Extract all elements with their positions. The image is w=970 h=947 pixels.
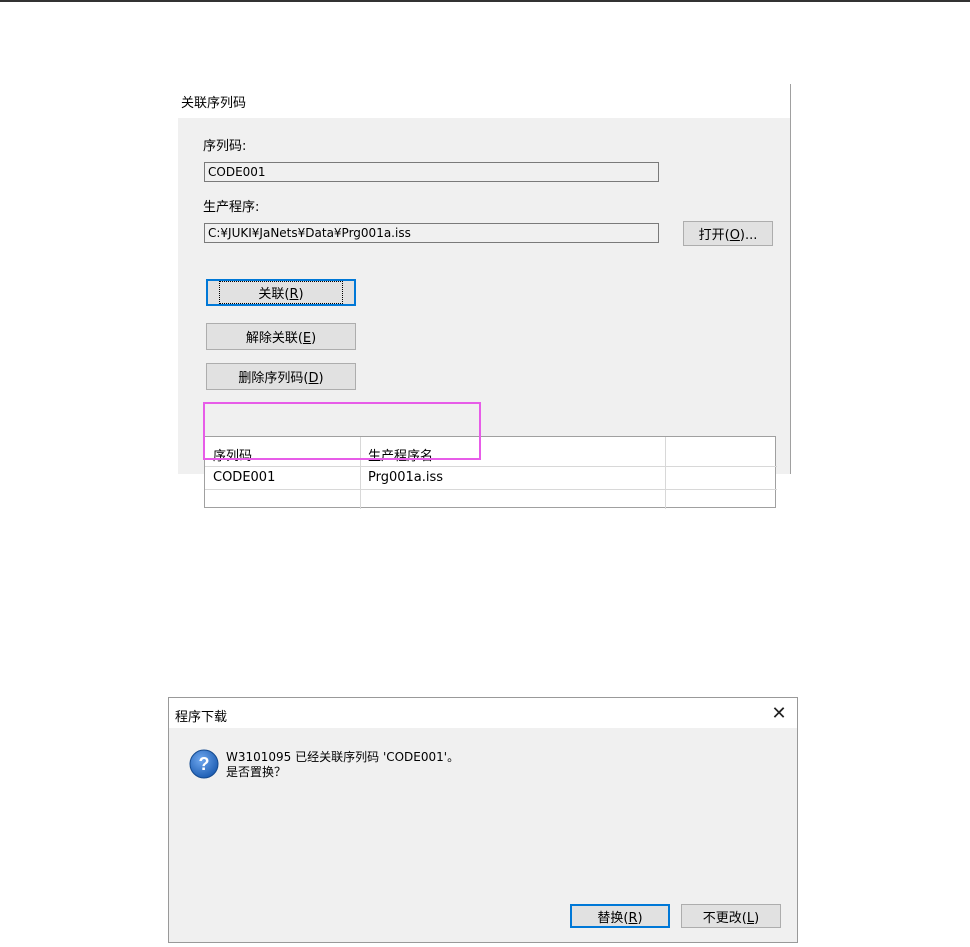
serial-label: 序列码: (203, 139, 247, 154)
link-button-label: 关联(R) (219, 281, 343, 304)
keep-button-label: 不更改(L) (702, 910, 760, 926)
table-col-divider (665, 437, 666, 509)
dialog-message-line2: 是否置换？ (226, 765, 287, 779)
question-icon: ? (189, 749, 219, 779)
close-icon[interactable]: ✕ (767, 702, 791, 726)
open-button[interactable]: 打开(O)... (683, 221, 773, 246)
svg-text:?: ? (199, 754, 210, 774)
keep-button[interactable]: 不更改(L) (681, 904, 781, 928)
dialog-title: 程序下载 (175, 710, 228, 725)
dialog-body: ? W3101095 已经关联序列码 'CODE001'。 是否置换？ 替换(R… (169, 728, 797, 942)
panel-right-border (790, 84, 791, 474)
dialog-message-line1: W3101095 已经关联序列码 'CODE001'。 (226, 750, 460, 764)
dialog-message: W3101095 已经关联序列码 'CODE001'。 是否置换？ (226, 750, 459, 780)
unlink-button-label: 解除关联(E) (245, 331, 317, 346)
panel-title: 关联序列码 (181, 96, 247, 111)
program-path-field[interactable]: C:¥JUKI¥JaNets¥Data¥Prg001a.iss (204, 223, 659, 243)
program-label: 生产程序: (203, 200, 260, 215)
replace-button[interactable]: 替换(R) (570, 904, 670, 928)
open-button-label: 打开(O)... (698, 228, 758, 243)
replace-button-label: 替换(R) (597, 910, 643, 926)
delete-serial-button-label: 删除序列码(D) (238, 371, 324, 386)
serial-field[interactable]: CODE001 (204, 162, 659, 182)
program-download-dialog: 程序下载 ✕ ? W3101095 已经关联序列码 'CODE001'。 是否置… (168, 697, 798, 943)
top-divider (0, 0, 970, 2)
table-cell-serial[interactable]: CODE001 (213, 470, 275, 485)
table-row-divider (205, 466, 777, 467)
table-cell-program[interactable]: Prg001a.iss (368, 470, 443, 485)
unlink-button[interactable]: 解除关联(E) (206, 323, 356, 350)
link-button[interactable]: 关联(R) (206, 279, 356, 306)
table-row-divider (205, 489, 777, 490)
annotation-highlight-box (203, 402, 481, 460)
delete-serial-button[interactable]: 删除序列码(D) (206, 363, 356, 390)
